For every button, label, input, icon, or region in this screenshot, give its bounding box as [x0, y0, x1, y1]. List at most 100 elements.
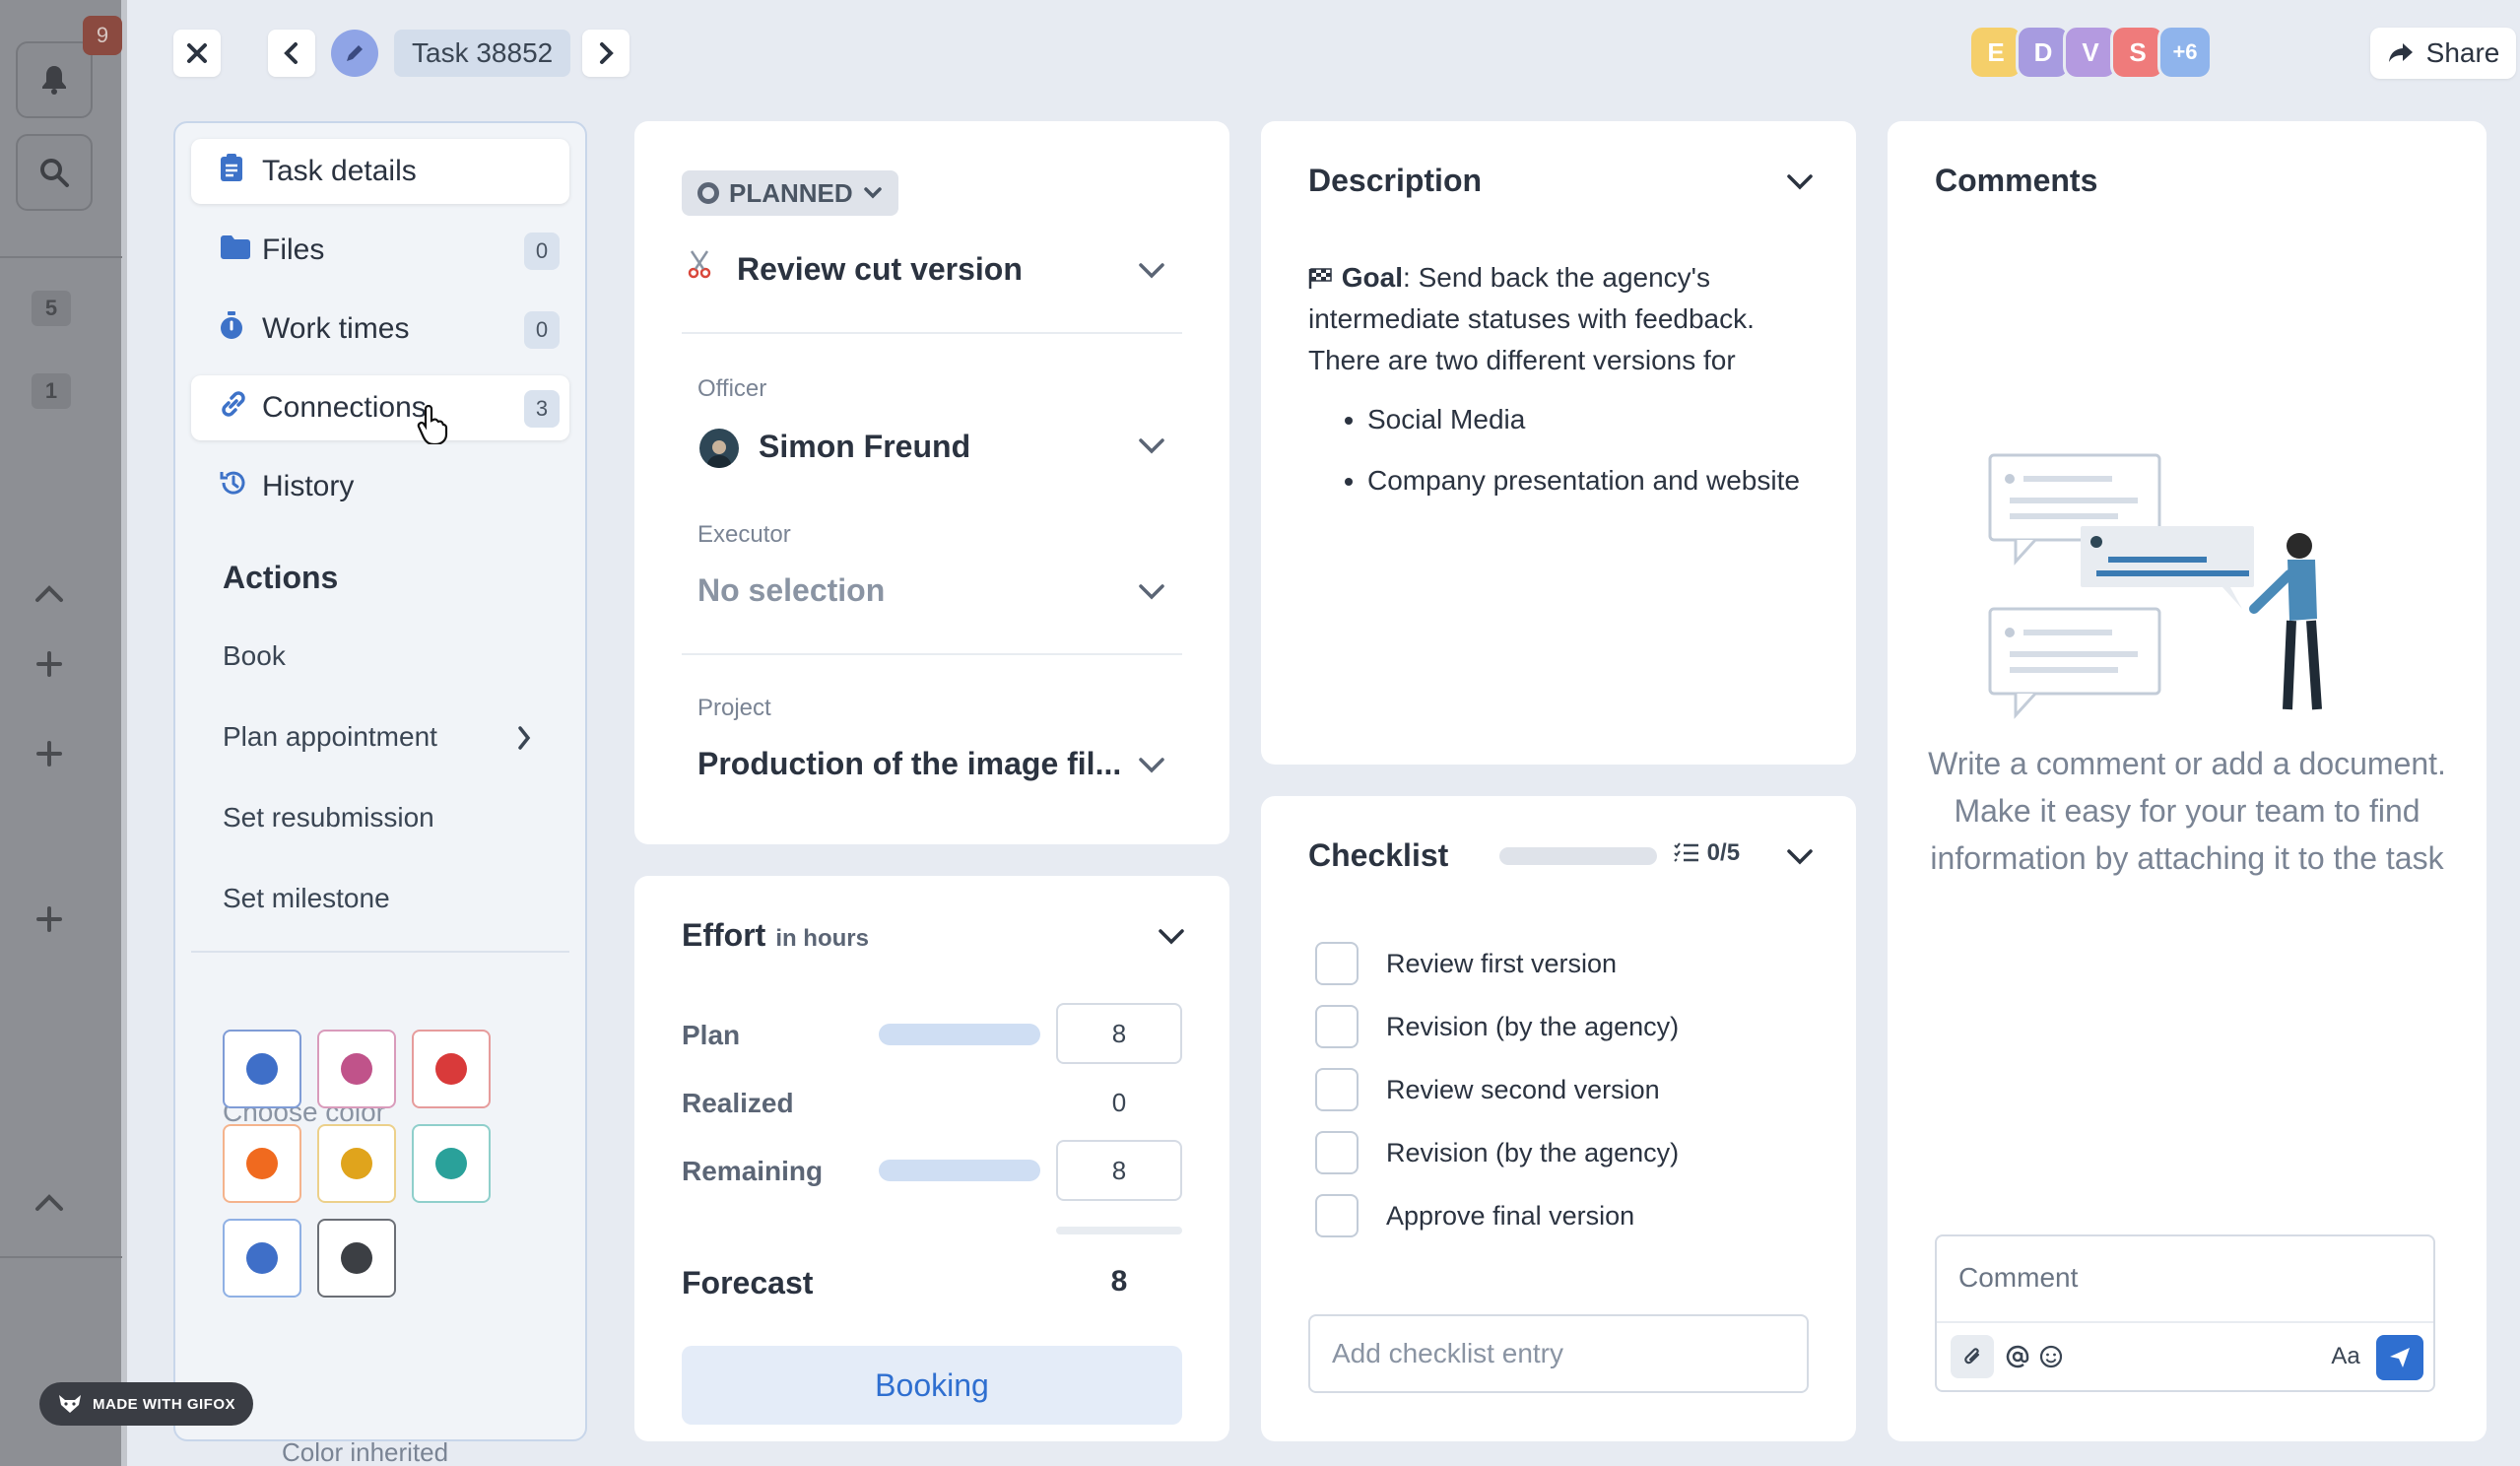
- color-swatch-yellow[interactable]: [317, 1124, 396, 1203]
- comment-input[interactable]: Comment: [1958, 1262, 2078, 1294]
- close-button[interactable]: [173, 30, 221, 77]
- project-value[interactable]: Production of the image fil...: [697, 746, 1121, 782]
- nav-item-files[interactable]: Files 0: [191, 218, 569, 283]
- plan-input[interactable]: 8: [1056, 1003, 1182, 1064]
- description-bullet: Social Media: [1367, 399, 1821, 440]
- plan-label: Plan: [682, 1020, 741, 1050]
- list-check-icon: [1674, 842, 1698, 862]
- hand-cursor-icon: [417, 405, 448, 444]
- gifox-watermark: MADE WITH GIFOX: [39, 1382, 253, 1426]
- nav-item-work-times[interactable]: Work times 0: [191, 297, 569, 362]
- checklist-item[interactable]: Approve final version: [1315, 1194, 1634, 1237]
- smiley-icon: [2039, 1345, 2063, 1368]
- status-dropdown[interactable]: PLANNED: [682, 170, 898, 216]
- action-book[interactable]: Book: [223, 640, 286, 672]
- stopwatch-icon: [219, 310, 262, 348]
- text-format-button[interactable]: Aa: [2321, 1335, 2370, 1378]
- remaining-input[interactable]: 8: [1056, 1140, 1182, 1201]
- plus-icon[interactable]: [35, 735, 63, 774]
- description-body[interactable]: Goal: Send back the agency's intermediat…: [1308, 257, 1821, 521]
- remaining-label: Remaining: [682, 1156, 824, 1186]
- checklist-item[interactable]: Revision (by the agency): [1315, 1131, 1679, 1174]
- notifications-button[interactable]: [16, 41, 93, 118]
- chevron-down-icon[interactable]: [1137, 436, 1166, 456]
- color-swatch-red[interactable]: [412, 1030, 491, 1108]
- nav-item-label: Files: [262, 233, 325, 266]
- share-button[interactable]: Share: [2370, 28, 2516, 79]
- nav-item-label: Task details: [262, 155, 417, 187]
- comment-editor[interactable]: Comment Aa: [1935, 1234, 2435, 1392]
- checklist-item[interactable]: Review second version: [1315, 1068, 1660, 1111]
- action-plan-appointment[interactable]: Plan appointment: [223, 721, 538, 753]
- color-swatch-teal[interactable]: [412, 1124, 491, 1203]
- description-bullet: Company presentation and website: [1367, 460, 1821, 501]
- checklist-item[interactable]: Review first version: [1315, 942, 1617, 985]
- rail-count-1[interactable]: 5: [32, 291, 71, 326]
- attach-button[interactable]: [1951, 1335, 1994, 1378]
- effort-heading: Effort in hours: [682, 917, 869, 954]
- checklist-item[interactable]: Revision (by the agency): [1315, 1005, 1679, 1048]
- color-swatch-dark-gray[interactable]: [317, 1219, 396, 1298]
- scissors-icon: [686, 249, 715, 284]
- more-members-avatar[interactable]: +6: [2157, 25, 2213, 80]
- rail-count-2[interactable]: 1: [32, 373, 71, 409]
- rail-separator: [0, 256, 122, 258]
- share-arrow-icon: [2388, 43, 2413, 62]
- checkbox[interactable]: [1315, 942, 1359, 985]
- chevron-right-icon: [518, 726, 531, 750]
- connections-count-badge: 3: [524, 390, 560, 428]
- pencil-icon: [347, 45, 363, 61]
- next-task-button[interactable]: [582, 30, 630, 77]
- plus-icon[interactable]: [35, 900, 63, 940]
- action-set-resubmission[interactable]: Set resubmission: [223, 802, 434, 833]
- emoji-button[interactable]: [2029, 1335, 2073, 1378]
- color-dot: [246, 1148, 278, 1179]
- chevron-up-icon[interactable]: [33, 573, 65, 613]
- chevron-down-icon[interactable]: [1785, 847, 1815, 867]
- color-dot: [246, 1053, 278, 1085]
- rail-separator: [0, 1256, 122, 1258]
- history-icon: [219, 468, 262, 505]
- color-swatch-light-blue[interactable]: [223, 1219, 301, 1298]
- checkbox[interactable]: [1315, 1005, 1359, 1048]
- share-label: Share: [2425, 37, 2500, 68]
- edit-button[interactable]: [331, 30, 378, 77]
- checkbox[interactable]: [1315, 1068, 1359, 1111]
- color-dot: [435, 1148, 467, 1179]
- send-comment-button[interactable]: [2376, 1335, 2423, 1380]
- checklist-item-label: Review second version: [1386, 1074, 1660, 1104]
- chevron-down-icon[interactable]: [1157, 927, 1186, 947]
- color-swatch-blue[interactable]: [223, 1030, 301, 1108]
- previous-task-button[interactable]: [268, 30, 315, 77]
- comment-toolbar: Aa: [1937, 1321, 2433, 1390]
- search-button[interactable]: [16, 134, 93, 211]
- checklist-item-label: Approve final version: [1386, 1200, 1635, 1231]
- checkbox[interactable]: [1315, 1194, 1359, 1237]
- nav-item-history[interactable]: History: [191, 454, 569, 519]
- checkbox[interactable]: [1315, 1131, 1359, 1174]
- chevron-down-icon[interactable]: [1137, 582, 1166, 602]
- chevron-down-icon[interactable]: [1785, 172, 1815, 192]
- task-main-panel: PLANNED Review cut version Officer Simon…: [634, 121, 1229, 844]
- chevron-down-icon[interactable]: [1137, 261, 1166, 281]
- chevron-up-icon[interactable]: [33, 1182, 65, 1222]
- nav-item-task-details[interactable]: Task details: [191, 139, 569, 204]
- officer-name[interactable]: Simon Freund: [759, 429, 970, 465]
- actions-divider: [191, 951, 569, 953]
- member-avatars[interactable]: E D V S +6: [1968, 25, 2213, 80]
- chevron-down-icon[interactable]: [1137, 756, 1166, 775]
- goal-label: Goal: [1341, 262, 1404, 293]
- plus-icon[interactable]: [35, 645, 63, 685]
- add-checklist-entry-input[interactable]: Add checklist entry: [1308, 1314, 1809, 1393]
- booking-button[interactable]: Booking: [682, 1346, 1182, 1425]
- color-swatch-magenta[interactable]: [317, 1030, 396, 1108]
- watermark-text: MADE WITH GIFOX: [93, 1395, 235, 1413]
- project-label: Project: [697, 695, 771, 721]
- color-swatch-orange[interactable]: [223, 1124, 301, 1203]
- nav-item-connections[interactable]: Connections 3: [191, 375, 569, 444]
- description-bullet-list: Social Media Company presentation and we…: [1367, 399, 1821, 501]
- description-title: Description: [1308, 163, 1483, 198]
- action-set-milestone[interactable]: Set milestone: [223, 883, 390, 914]
- task-title[interactable]: Review cut version: [737, 251, 1023, 288]
- executor-value[interactable]: No selection: [697, 572, 885, 609]
